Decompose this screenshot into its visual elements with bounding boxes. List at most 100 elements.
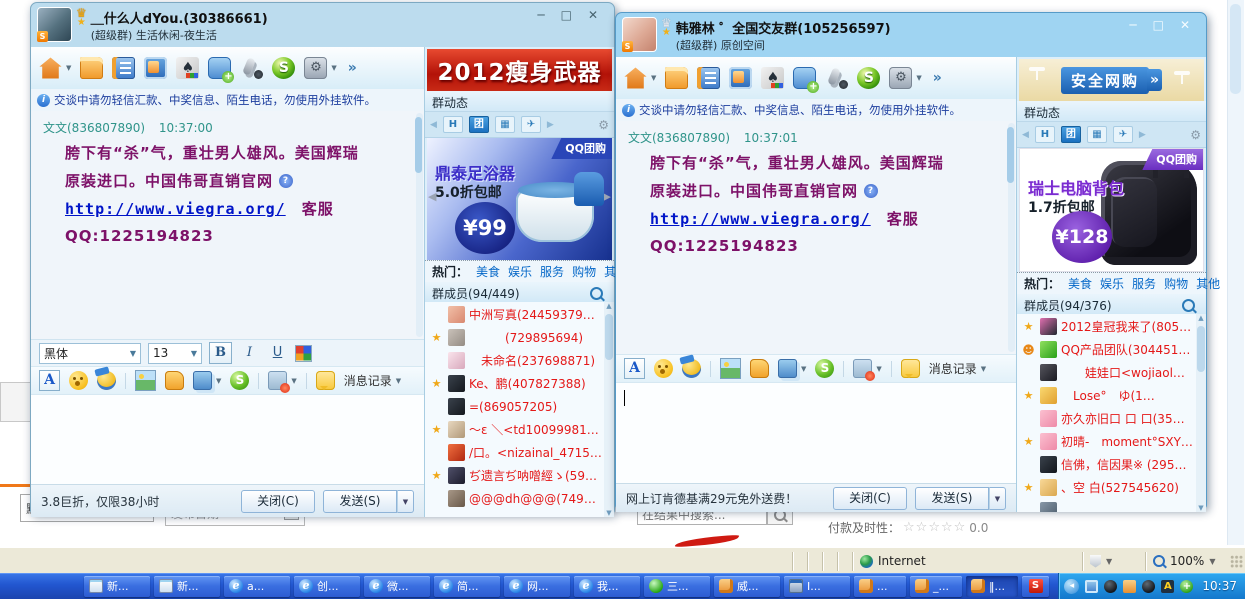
message-input[interactable]: [616, 383, 1016, 483]
font-toggle-icon[interactable]: A: [39, 370, 60, 391]
home-icon[interactable]: [624, 67, 647, 89]
group-avatar[interactable]: S: [622, 17, 657, 52]
hot-link-service[interactable]: 服务: [540, 263, 564, 280]
taskbar-button[interactable]: ...: [854, 576, 906, 597]
ad-prev-icon[interactable]: ◀: [428, 190, 436, 203]
member-row[interactable]: 信佛，信因果※ (295…: [1019, 453, 1194, 476]
taskbar-button[interactable]: 新...: [84, 576, 150, 597]
message-records-label[interactable]: 消息记录: [929, 360, 977, 377]
member-row[interactable]: ☻QQ产品团队(304451101): [1019, 338, 1194, 361]
member-scrollbar[interactable]: ▲▼: [604, 302, 614, 517]
qq-service-icon[interactable]: [857, 67, 880, 89]
chevron-down-icon[interactable]: ▼: [66, 64, 71, 72]
image-icon[interactable]: [720, 358, 741, 379]
security-shield-icon[interactable]: +: [1180, 580, 1193, 593]
hot-link-other[interactable]: 其他: [1196, 275, 1220, 292]
font-size-select[interactable]: 13 ▼: [148, 343, 202, 364]
taskbar-button-active[interactable]: ‖...: [966, 576, 1018, 597]
network-icon[interactable]: [1085, 580, 1098, 593]
tab-video-icon[interactable]: ▦: [1087, 126, 1107, 143]
maximize-button[interactable]: □: [1153, 18, 1164, 32]
scrollbar-thumb[interactable]: [1197, 326, 1205, 372]
send-button[interactable]: 发送(S): [323, 490, 397, 513]
taskbar-button[interactable]: ea...: [224, 576, 290, 597]
member-row[interactable]: ★～ε ＼<td10099981…: [427, 418, 602, 441]
screenshot-icon[interactable]: [193, 371, 212, 390]
groupbuy-ad[interactable]: QQ团购 鼎泰足浴器 5.0折包邮 ¥99 ◀ ▶: [427, 138, 612, 260]
emoticon-icon[interactable]: [654, 359, 673, 378]
member-row[interactable]: ★ぢ遗言ぢ呐噌經ゝ(5986…: [427, 464, 602, 487]
group-avatar[interactable]: S: [37, 7, 72, 42]
bold-button[interactable]: B: [209, 342, 232, 364]
tab-scroll-left-icon[interactable]: ◀: [1022, 130, 1029, 140]
ad-banner[interactable]: 2012瘦身武器: [427, 49, 612, 91]
games-icon[interactable]: [761, 67, 784, 89]
chevron-down-icon[interactable]: ▼: [916, 74, 921, 82]
message-records-icon[interactable]: [901, 359, 920, 378]
member-scrollbar[interactable]: ▲▼: [1196, 314, 1206, 512]
page-scrollbar[interactable]: [1227, 0, 1244, 545]
font-family-select[interactable]: 黑体 ▼: [39, 343, 141, 364]
taskbar-button[interactable]: e我...: [574, 576, 640, 597]
zoom-cell[interactable]: 100% ▼: [1145, 552, 1226, 571]
tab-h[interactable]: H: [443, 116, 463, 133]
qq-penguin-icon[interactable]: [1104, 580, 1117, 593]
resize-grip[interactable]: [1230, 555, 1243, 568]
font-toggle-icon[interactable]: A: [624, 358, 645, 379]
screenshot-icon[interactable]: [778, 359, 797, 378]
minimize-button[interactable]: ─: [537, 8, 544, 22]
send-options-icon[interactable]: ▼: [397, 490, 414, 513]
tab-settings-icon[interactable]: ⚙: [598, 118, 609, 132]
toolbar-overflow-icon[interactable]: »: [348, 60, 357, 76]
scroll-down-icon[interactable]: ▼: [1198, 504, 1203, 512]
share-folder-icon[interactable]: [80, 57, 103, 79]
qq-penguin-icon[interactable]: [1142, 580, 1155, 593]
taskbar-button[interactable]: e微...: [364, 576, 430, 597]
member-row[interactable]: [1019, 499, 1194, 512]
tray-collapse-icon[interactable]: ◂: [1064, 579, 1079, 594]
tab-scroll-right-icon[interactable]: ▶: [1139, 130, 1146, 140]
message-records-label[interactable]: 消息记录: [344, 372, 392, 389]
create-chat-icon[interactable]: [793, 67, 816, 89]
tab-h[interactable]: H: [1035, 126, 1055, 143]
url-safety-icon[interactable]: ?: [864, 184, 878, 198]
soso-icon[interactable]: [230, 371, 249, 390]
titlebar[interactable]: S ♛ ★ 韩雅林 ゜全国交友群(105256597) (超级群) 原创空间 ─…: [616, 13, 1206, 57]
groupbuy-ad[interactable]: QQ团购 瑞士电脑背包 1.7折包邮 ¥128: [1019, 148, 1204, 272]
member-row[interactable]: 娃娃口<wojiaol…: [1019, 361, 1194, 384]
member-search-icon[interactable]: [590, 287, 603, 300]
voice-icon[interactable]: [825, 67, 848, 89]
scrollbar-thumb[interactable]: [415, 117, 422, 173]
chat-history[interactable]: 文文(836807890) 10:37:01 胯下有“杀”气，重壮男人雄风。美国…: [616, 121, 1016, 354]
promo-status-text[interactable]: 3.8巨折，仅限38小时: [41, 493, 233, 510]
settings-icon[interactable]: [304, 57, 327, 79]
minimize-button[interactable]: ─: [1129, 18, 1136, 32]
chat-scrollbar[interactable]: [416, 113, 423, 337]
hot-link-fun[interactable]: 娱乐: [508, 263, 532, 280]
taskbar-button[interactable]: e网...: [504, 576, 570, 597]
scroll-down-icon[interactable]: ▼: [606, 509, 611, 517]
tab-travel-icon[interactable]: ✈: [1113, 126, 1133, 143]
video-icon[interactable]: [144, 57, 167, 79]
close-chat-button[interactable]: 关闭(C): [241, 490, 315, 513]
voice-icon[interactable]: [240, 57, 263, 79]
font-color-icon[interactable]: [295, 345, 312, 362]
message-input[interactable]: [31, 395, 424, 484]
member-search-icon[interactable]: [1182, 299, 1195, 312]
close-chat-button[interactable]: 关闭(C): [833, 487, 907, 510]
chat-history[interactable]: 文文(836807890) 10:37:00 胯下有“杀”气，重壮男人雄风。美国…: [31, 111, 424, 339]
member-row[interactable]: 中洲写真(2445937922): [427, 303, 602, 326]
close-button[interactable]: ✕: [1180, 18, 1190, 32]
protected-mode-cell[interactable]: ▼: [1082, 552, 1145, 571]
hot-link-shopping[interactable]: 购物: [1164, 275, 1188, 292]
member-row[interactable]: ★2012皇冠我来了(8053110…: [1019, 315, 1194, 338]
video-icon[interactable]: [729, 67, 752, 89]
underline-button[interactable]: U: [267, 343, 288, 363]
member-row[interactable]: 亦久亦旧口 口 口(35…: [1019, 407, 1194, 430]
hot-link-fun[interactable]: 娱乐: [1100, 275, 1124, 292]
member-row[interactable]: ★初晴- moment°SXY(9…: [1019, 430, 1194, 453]
member-row[interactable]: @@@dh@@@(749824912): [427, 487, 602, 510]
member-row[interactable]: 未命名(237698871): [427, 349, 602, 372]
hot-link-service[interactable]: 服务: [1132, 275, 1156, 292]
url-safety-icon[interactable]: ?: [279, 174, 293, 188]
